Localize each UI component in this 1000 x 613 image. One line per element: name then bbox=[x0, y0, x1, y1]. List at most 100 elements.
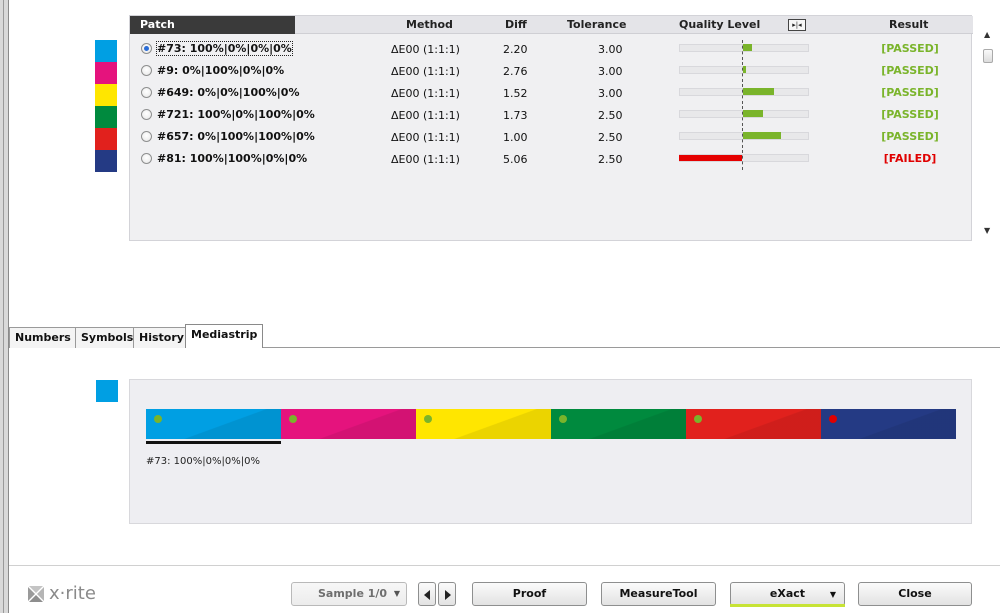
segment-shade bbox=[686, 409, 821, 439]
patch-radio[interactable] bbox=[141, 87, 152, 98]
proof-button[interactable]: Proof bbox=[472, 582, 587, 606]
mediastrip bbox=[146, 409, 956, 439]
method-cell: ΔE00 (1:1:1) bbox=[391, 87, 460, 100]
result-badge: [PASSED] bbox=[881, 64, 939, 77]
sample-dropdown[interactable]: Sample 1/0 ▼ bbox=[291, 582, 407, 606]
mediastrip-segment[interactable] bbox=[281, 409, 416, 439]
tolerance-cell: 2.50 bbox=[598, 109, 623, 122]
patch-name[interactable]: #649: 0%|0%|100%|0% bbox=[157, 86, 299, 99]
tolerance-cell: 2.50 bbox=[598, 131, 623, 144]
segment-shade bbox=[821, 409, 956, 439]
header-patch[interactable]: Patch bbox=[130, 16, 295, 34]
quality-level-center-line bbox=[742, 106, 743, 126]
tab-history[interactable]: History bbox=[133, 327, 190, 348]
mediastrip-segment[interactable] bbox=[821, 409, 956, 439]
left-splitter[interactable] bbox=[0, 0, 9, 613]
mediastrip-segment[interactable] bbox=[686, 409, 821, 439]
selected-segment-indicator bbox=[146, 441, 281, 444]
tolerance-cell: 3.00 bbox=[598, 87, 623, 100]
result-badge: [PASSED] bbox=[881, 108, 939, 121]
quality-level-center-line bbox=[742, 128, 743, 148]
tab-symbols[interactable]: Symbols bbox=[75, 327, 140, 348]
triangle-left-icon bbox=[424, 590, 430, 600]
mediastrip-segment[interactable] bbox=[551, 409, 686, 439]
patch-radio[interactable] bbox=[141, 153, 152, 164]
patch-radio[interactable] bbox=[141, 65, 152, 76]
patch-radio[interactable] bbox=[141, 43, 152, 54]
diff-cell: 2.20 bbox=[503, 43, 528, 56]
patch-swatch bbox=[95, 40, 117, 62]
status-dot-icon bbox=[829, 415, 837, 423]
quality-level-bar bbox=[743, 88, 774, 95]
segment-shade bbox=[281, 409, 416, 439]
method-cell: ΔE00 (1:1:1) bbox=[391, 109, 460, 122]
previous-sample-button[interactable] bbox=[418, 582, 436, 606]
quality-level-bar bbox=[743, 44, 752, 51]
mediastrip-panel bbox=[129, 379, 972, 524]
status-dot-icon bbox=[154, 415, 162, 423]
segment-shade bbox=[146, 409, 281, 439]
header-quality-level[interactable]: Quality Level bbox=[679, 18, 760, 31]
status-dot-icon bbox=[559, 415, 567, 423]
tab-numbers[interactable]: Numbers bbox=[9, 327, 77, 348]
quality-level-center-line bbox=[742, 40, 743, 60]
scroll-down-icon[interactable]: ▼ bbox=[984, 226, 990, 235]
quality-level-center-line bbox=[742, 150, 743, 170]
triangle-right-icon bbox=[445, 590, 451, 600]
selected-patch-swatch bbox=[96, 380, 118, 402]
table-row[interactable]: #73: 100%|0%|0%|0% ΔE00 (1:1:1) 2.20 3.00 [P… bbox=[130, 39, 973, 61]
patch-swatch bbox=[95, 106, 117, 128]
status-dot-icon bbox=[289, 415, 297, 423]
patch-name[interactable]: #73: 100%|0%|0%|0% bbox=[156, 41, 293, 56]
segment-shade bbox=[416, 409, 551, 439]
patch-name[interactable]: #81: 100%|100%|0%|0% bbox=[157, 152, 307, 165]
result-badge: [FAILED] bbox=[883, 152, 937, 165]
table-row[interactable]: #81: 100%|100%|0%|0% ΔE00 (1:1:1) 5.06 2.50… bbox=[130, 149, 973, 171]
selected-patch-label: #73: 100%|0%|0%|0% bbox=[146, 456, 260, 467]
patch-swatch bbox=[95, 128, 117, 150]
method-cell: ΔE00 (1:1:1) bbox=[391, 65, 460, 78]
tolerance-cell: 2.50 bbox=[598, 153, 623, 166]
patch-name[interactable]: #657: 0%|100%|100%|0% bbox=[157, 130, 315, 143]
measuretool-button[interactable]: MeasureTool bbox=[601, 582, 716, 606]
table-row[interactable]: #649: 0%|0%|100%|0% ΔE00 (1:1:1) 1.52 3.00 [… bbox=[130, 83, 973, 105]
tab-mediastrip[interactable]: Mediastrip bbox=[185, 324, 264, 348]
status-dot-icon bbox=[694, 415, 702, 423]
tolerance-cell: 3.00 bbox=[598, 43, 623, 56]
next-sample-button[interactable] bbox=[438, 582, 456, 606]
patch-radio[interactable] bbox=[141, 109, 152, 120]
patch-radio[interactable] bbox=[141, 131, 152, 142]
chevron-down-icon: ▼ bbox=[393, 589, 400, 598]
patch-swatch bbox=[95, 62, 117, 84]
close-button[interactable]: Close bbox=[858, 582, 972, 606]
quality-level-toggle-icon[interactable]: ▸|◂ bbox=[788, 19, 806, 31]
header-method[interactable]: Method bbox=[406, 18, 453, 31]
patch-name[interactable]: #9: 0%|100%|0%|0% bbox=[157, 64, 284, 77]
exact-connected-indicator bbox=[730, 604, 845, 607]
results-header: Patch Method Diff Tolerance Quality Leve… bbox=[130, 16, 973, 34]
exact-dropdown-button[interactable]: eXact ▼ bbox=[730, 582, 845, 606]
table-row[interactable]: #657: 0%|100%|100%|0% ΔE00 (1:1:1) 1.00 2.5… bbox=[130, 127, 973, 149]
diff-cell: 1.52 bbox=[503, 87, 528, 100]
patch-name[interactable]: #721: 100%|0%|100%|0% bbox=[157, 108, 315, 121]
quality-level-center-line bbox=[742, 62, 743, 82]
header-result[interactable]: Result bbox=[889, 18, 928, 31]
quality-level-center-line bbox=[742, 84, 743, 104]
results-scrollbar[interactable]: ▲ ▼ bbox=[982, 30, 994, 240]
table-row[interactable]: #721: 100%|0%|100%|0% ΔE00 (1:1:1) 1.73 2.5… bbox=[130, 105, 973, 127]
mediastrip-segment[interactable] bbox=[146, 409, 281, 439]
diff-cell: 2.76 bbox=[503, 65, 528, 78]
mediastrip-segment[interactable] bbox=[416, 409, 551, 439]
scroll-thumb[interactable] bbox=[983, 49, 993, 63]
tolerance-cell: 3.00 bbox=[598, 65, 623, 78]
header-diff[interactable]: Diff bbox=[505, 18, 527, 31]
exact-label: eXact bbox=[769, 587, 806, 600]
header-tolerance[interactable]: Tolerance bbox=[567, 18, 627, 31]
diff-cell: 5.06 bbox=[503, 153, 528, 166]
result-badge: [PASSED] bbox=[881, 42, 939, 55]
quality-level-bar bbox=[743, 66, 746, 73]
patch-swatch bbox=[95, 84, 117, 106]
table-row[interactable]: #9: 0%|100%|0%|0% ΔE00 (1:1:1) 2.76 3.00 [PA… bbox=[130, 61, 973, 83]
method-cell: ΔE00 (1:1:1) bbox=[391, 153, 460, 166]
scroll-up-icon[interactable]: ▲ bbox=[984, 30, 990, 39]
